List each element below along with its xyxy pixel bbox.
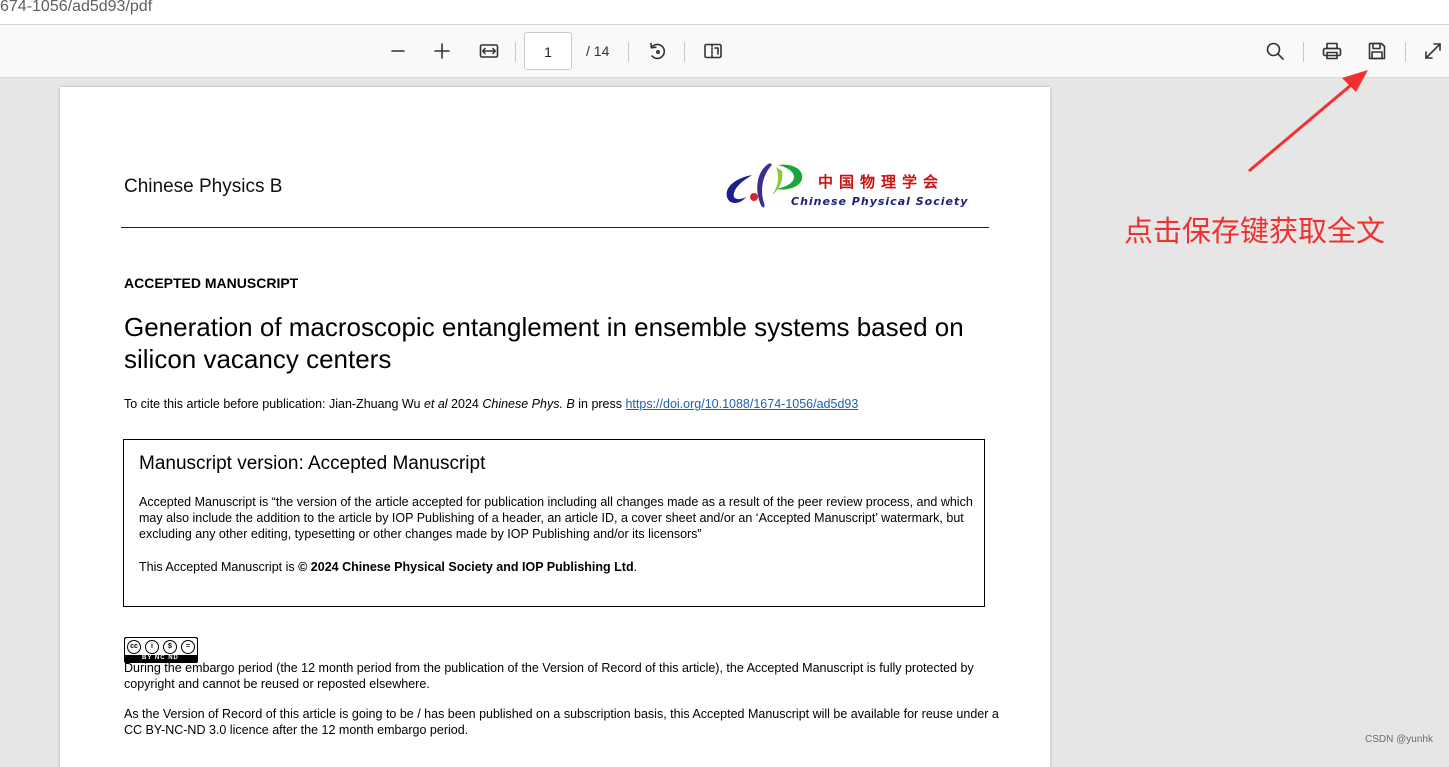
red-arrow-annotation xyxy=(1248,70,1368,173)
csdn-watermark: CSDN @yunhk xyxy=(1365,734,1433,745)
annotation-text: 点击保存键获取全文 xyxy=(1124,214,1386,248)
